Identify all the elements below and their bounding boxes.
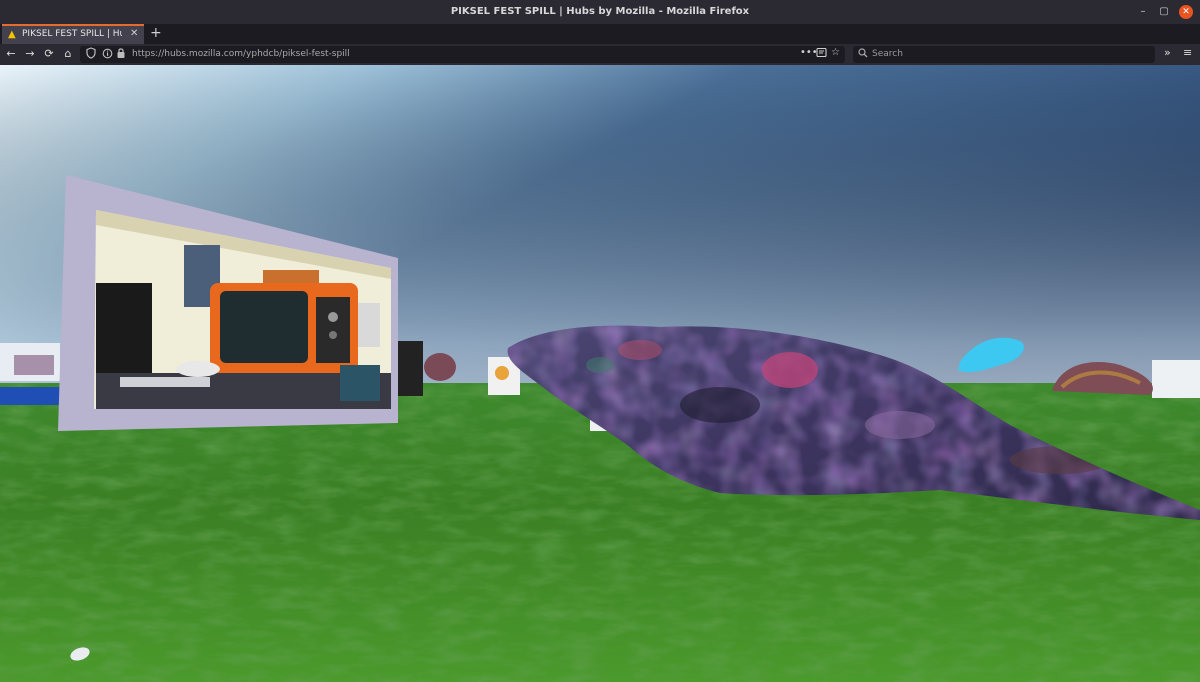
tab-piksel-fest-spill[interactable]: ▲ PIKSEL FEST SPILL | Hub ✕	[2, 24, 144, 44]
tab-bar: ▲ PIKSEL FEST SPILL | Hub ✕ +	[0, 24, 1200, 44]
url-text[interactable]: https://hubs.mozilla.com/yphdcb/piksel-f…	[132, 49, 350, 59]
tab-label: PIKSEL FEST SPILL | Hub	[22, 29, 122, 39]
favicon-icon: ▲	[8, 29, 16, 40]
distant-speaker	[397, 341, 423, 396]
window-title: PIKSEL FEST SPILL | Hubs by Mozilla - Mo…	[450, 6, 750, 17]
back-button[interactable]: ←	[3, 46, 19, 62]
maximize-button[interactable]: ▢	[1157, 5, 1171, 19]
monitor-in-video	[96, 283, 152, 373]
bookmark-star-icon[interactable]: ☆	[831, 47, 840, 58]
navigation-toolbar: ← → ⟳ ⌂ https://hubs.mozilla.com/yphdcb/…	[0, 44, 1200, 65]
tab-close-icon[interactable]: ✕	[130, 28, 138, 39]
hamburger-menu-icon[interactable]: ≡	[1183, 46, 1192, 59]
reader-view-icon[interactable]	[816, 47, 827, 61]
distant-tree-object	[424, 353, 456, 381]
shield-icon[interactable]	[86, 47, 96, 62]
close-window-button[interactable]: ✕	[1179, 5, 1193, 19]
window-titlebar: PIKSEL FEST SPILL | Hubs by Mozilla - Mo…	[0, 0, 1200, 24]
lock-icon[interactable]	[116, 47, 126, 62]
url-bar[interactable]: https://hubs.mozilla.com/yphdcb/piksel-f…	[80, 46, 845, 63]
search-input[interactable]: Search	[872, 49, 903, 59]
hubs-3d-scene[interactable]	[0, 65, 1200, 682]
home-button[interactable]: ⌂	[60, 46, 76, 62]
distant-cube	[1152, 360, 1200, 398]
reload-button[interactable]: ⟳	[41, 46, 57, 62]
minimize-button[interactable]: –	[1136, 5, 1150, 19]
new-tab-button[interactable]: +	[150, 25, 162, 41]
info-icon[interactable]	[102, 47, 113, 62]
forward-button[interactable]: →	[22, 46, 38, 62]
overflow-menu-icon[interactable]: »	[1164, 46, 1171, 59]
scene-canvas[interactable]	[0, 65, 1200, 682]
search-bar[interactable]: Search	[853, 46, 1155, 63]
search-icon	[858, 48, 868, 61]
